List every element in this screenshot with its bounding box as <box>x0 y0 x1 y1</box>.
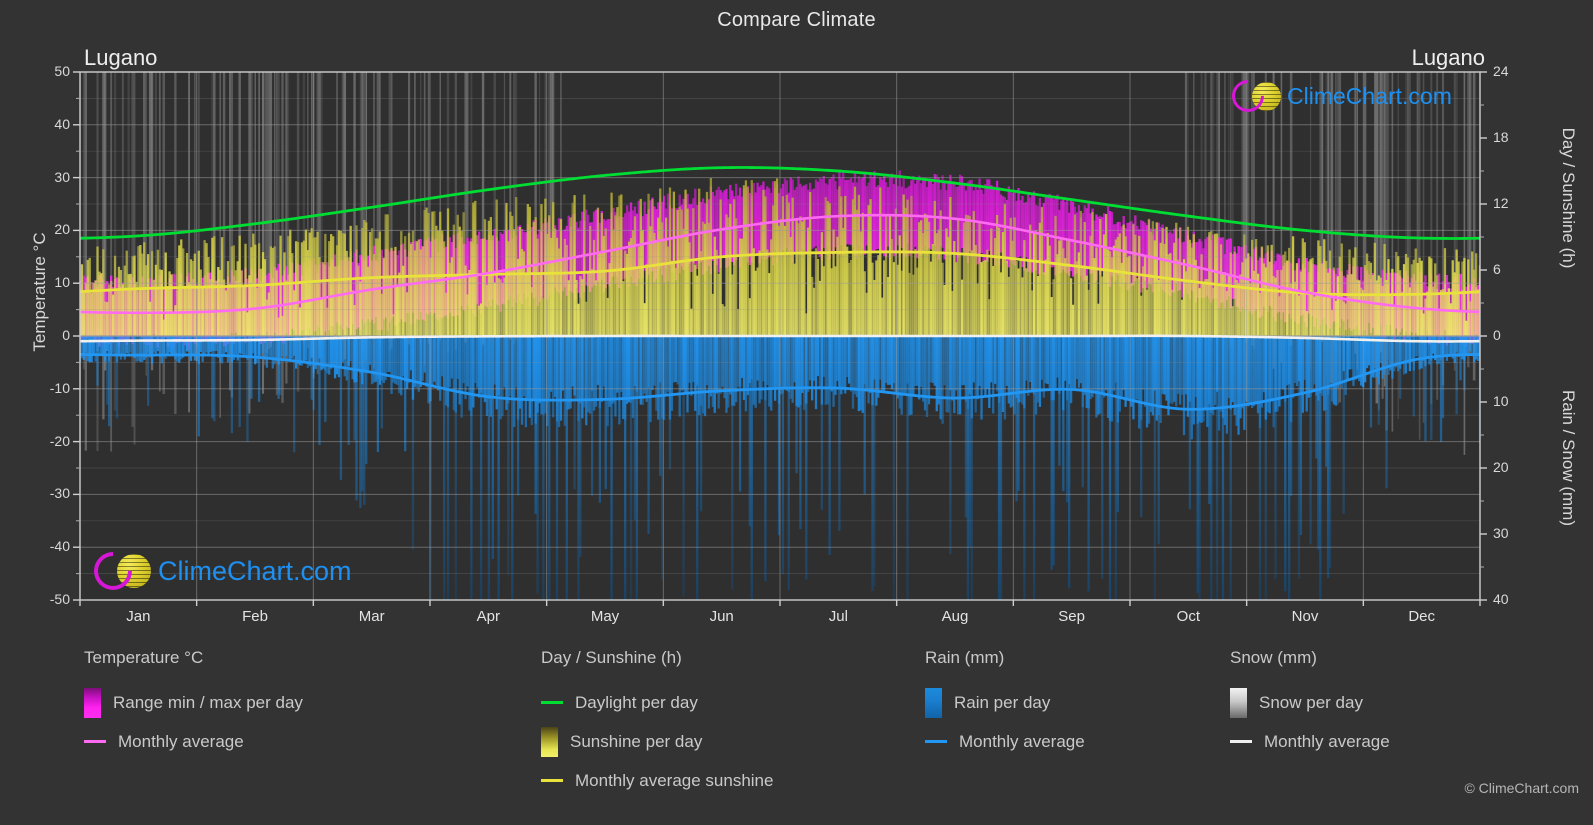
legend-item-label: Daylight per day <box>575 692 698 712</box>
legend-item-label: Monthly average <box>959 731 1085 751</box>
legend-swatch-icon <box>925 687 942 718</box>
y-tick-left: -50 <box>49 591 70 607</box>
legend-item-label: Snow per day <box>1259 692 1363 712</box>
legend-line-icon <box>84 740 106 743</box>
legend-column-rain-mm: Rain (mm) Rain per day Monthly average <box>925 648 1085 761</box>
y-tick-right-upper: 12 <box>1493 195 1509 211</box>
y-tick-left: 0 <box>62 327 70 343</box>
y-tick-right-upper: 24 <box>1493 63 1509 79</box>
legend-line-icon <box>925 740 947 743</box>
y-tick-right-upper: 6 <box>1493 261 1501 277</box>
legend-heading: Snow (mm) <box>1230 648 1317 667</box>
legend-heading: Temperature °C <box>84 648 204 667</box>
y-tick-left: 50 <box>54 63 70 79</box>
x-tick-month: Apr <box>476 608 500 625</box>
legend-item[interactable]: Monthly average <box>925 722 1085 761</box>
x-tick-month: Aug <box>941 608 969 625</box>
climate-chart-page: Compare Climate Lugano Lugano Temperatur… <box>0 0 1593 825</box>
y-tick-left: 20 <box>54 221 70 238</box>
legend-column-day-sunshine-h: Day / Sunshine (h) Daylight per day Sunshi… <box>541 648 773 800</box>
x-tick-month: Jun <box>709 608 734 625</box>
legend-line-icon <box>1230 740 1252 743</box>
y-tick-right-upper: 18 <box>1493 129 1509 145</box>
y-tick-left: -20 <box>49 432 70 449</box>
legend-column-snow-mm: Snow (mm) Snow per day Monthly average <box>1230 648 1390 761</box>
legend-item-label: Monthly average <box>1264 731 1390 751</box>
legend-item[interactable]: Monthly average <box>84 722 303 761</box>
logo-ring-icon <box>86 544 140 598</box>
legend-item[interactable]: Range min / max per day <box>84 683 303 722</box>
x-tick-month: Jul <box>828 608 848 625</box>
logo-wordmark: ClimeChart.com <box>158 555 352 586</box>
x-tick-month: Oct <box>1176 608 1200 625</box>
y-tick-left: 30 <box>54 168 70 185</box>
legend-heading: Rain (mm) <box>925 648 1005 667</box>
y-tick-right-upper: 0 <box>1493 327 1501 343</box>
legend-item-label: Monthly average sunshine <box>575 770 774 790</box>
climechart-logo-top[interactable]: ClimeChart.com <box>1225 73 1452 119</box>
legend-item[interactable]: Sunshine per day <box>541 722 773 761</box>
legend-item[interactable]: Rain per day <box>925 683 1085 722</box>
legend-item[interactable]: Snow per day <box>1230 683 1390 722</box>
legend-swatch-icon <box>84 687 101 718</box>
y-tick-left: 10 <box>54 274 70 291</box>
x-tick-month: May <box>590 608 620 625</box>
legend-item-label: Monthly average <box>118 731 244 751</box>
legend-line-icon <box>541 779 563 782</box>
y-tick-left: -40 <box>49 538 70 555</box>
legend-item[interactable]: Monthly average sunshine <box>541 761 773 800</box>
y-tick-left: 40 <box>54 115 70 132</box>
chart-legend: Temperature °C Range min / max per day Mon… <box>0 648 1593 808</box>
x-tick-month: Nov <box>1291 608 1319 625</box>
y-tick-right-lower: 10 <box>1493 393 1509 409</box>
x-tick-month: Mar <box>358 608 385 625</box>
y-tick-right-lower: 30 <box>1493 525 1509 541</box>
y-tick-right-lower: 20 <box>1493 459 1509 475</box>
x-tick-month: Feb <box>242 608 268 625</box>
legend-item[interactable]: Daylight per day <box>541 683 773 722</box>
legend-item-label: Sunshine per day <box>570 731 703 751</box>
legend-line-icon <box>541 701 563 704</box>
logo-wordmark: ClimeChart.com <box>1287 82 1452 109</box>
x-tick-month: Sep <box>1058 608 1085 625</box>
x-tick-month: Dec <box>1408 608 1435 625</box>
legend-heading: Day / Sunshine (h) <box>541 648 682 667</box>
y-tick-left: -10 <box>49 379 70 396</box>
legend-swatch-icon <box>1230 687 1247 718</box>
y-tick-left: -30 <box>49 485 70 502</box>
axis-title-day-sunshine: Day / Sunshine (h) <box>1559 127 1578 269</box>
legend-item[interactable]: Monthly average <box>1230 722 1390 761</box>
legend-swatch-icon <box>541 726 558 757</box>
axis-title-rain-snow: Rain / Snow (mm) <box>1559 389 1578 527</box>
legend-item-label: Rain per day <box>954 692 1051 712</box>
climechart-logo-bottom[interactable]: ClimeChart.com <box>86 544 352 598</box>
legend-item-label: Range min / max per day <box>113 692 303 712</box>
y-tick-right-lower: 40 <box>1493 591 1509 607</box>
logo-ring-icon <box>1225 73 1271 119</box>
copyright-label: © ClimeChart.com <box>1464 780 1579 796</box>
legend-column-temperature-c: Temperature °C Range min / max per day Mon… <box>84 648 303 761</box>
x-tick-month: Jan <box>126 608 151 625</box>
